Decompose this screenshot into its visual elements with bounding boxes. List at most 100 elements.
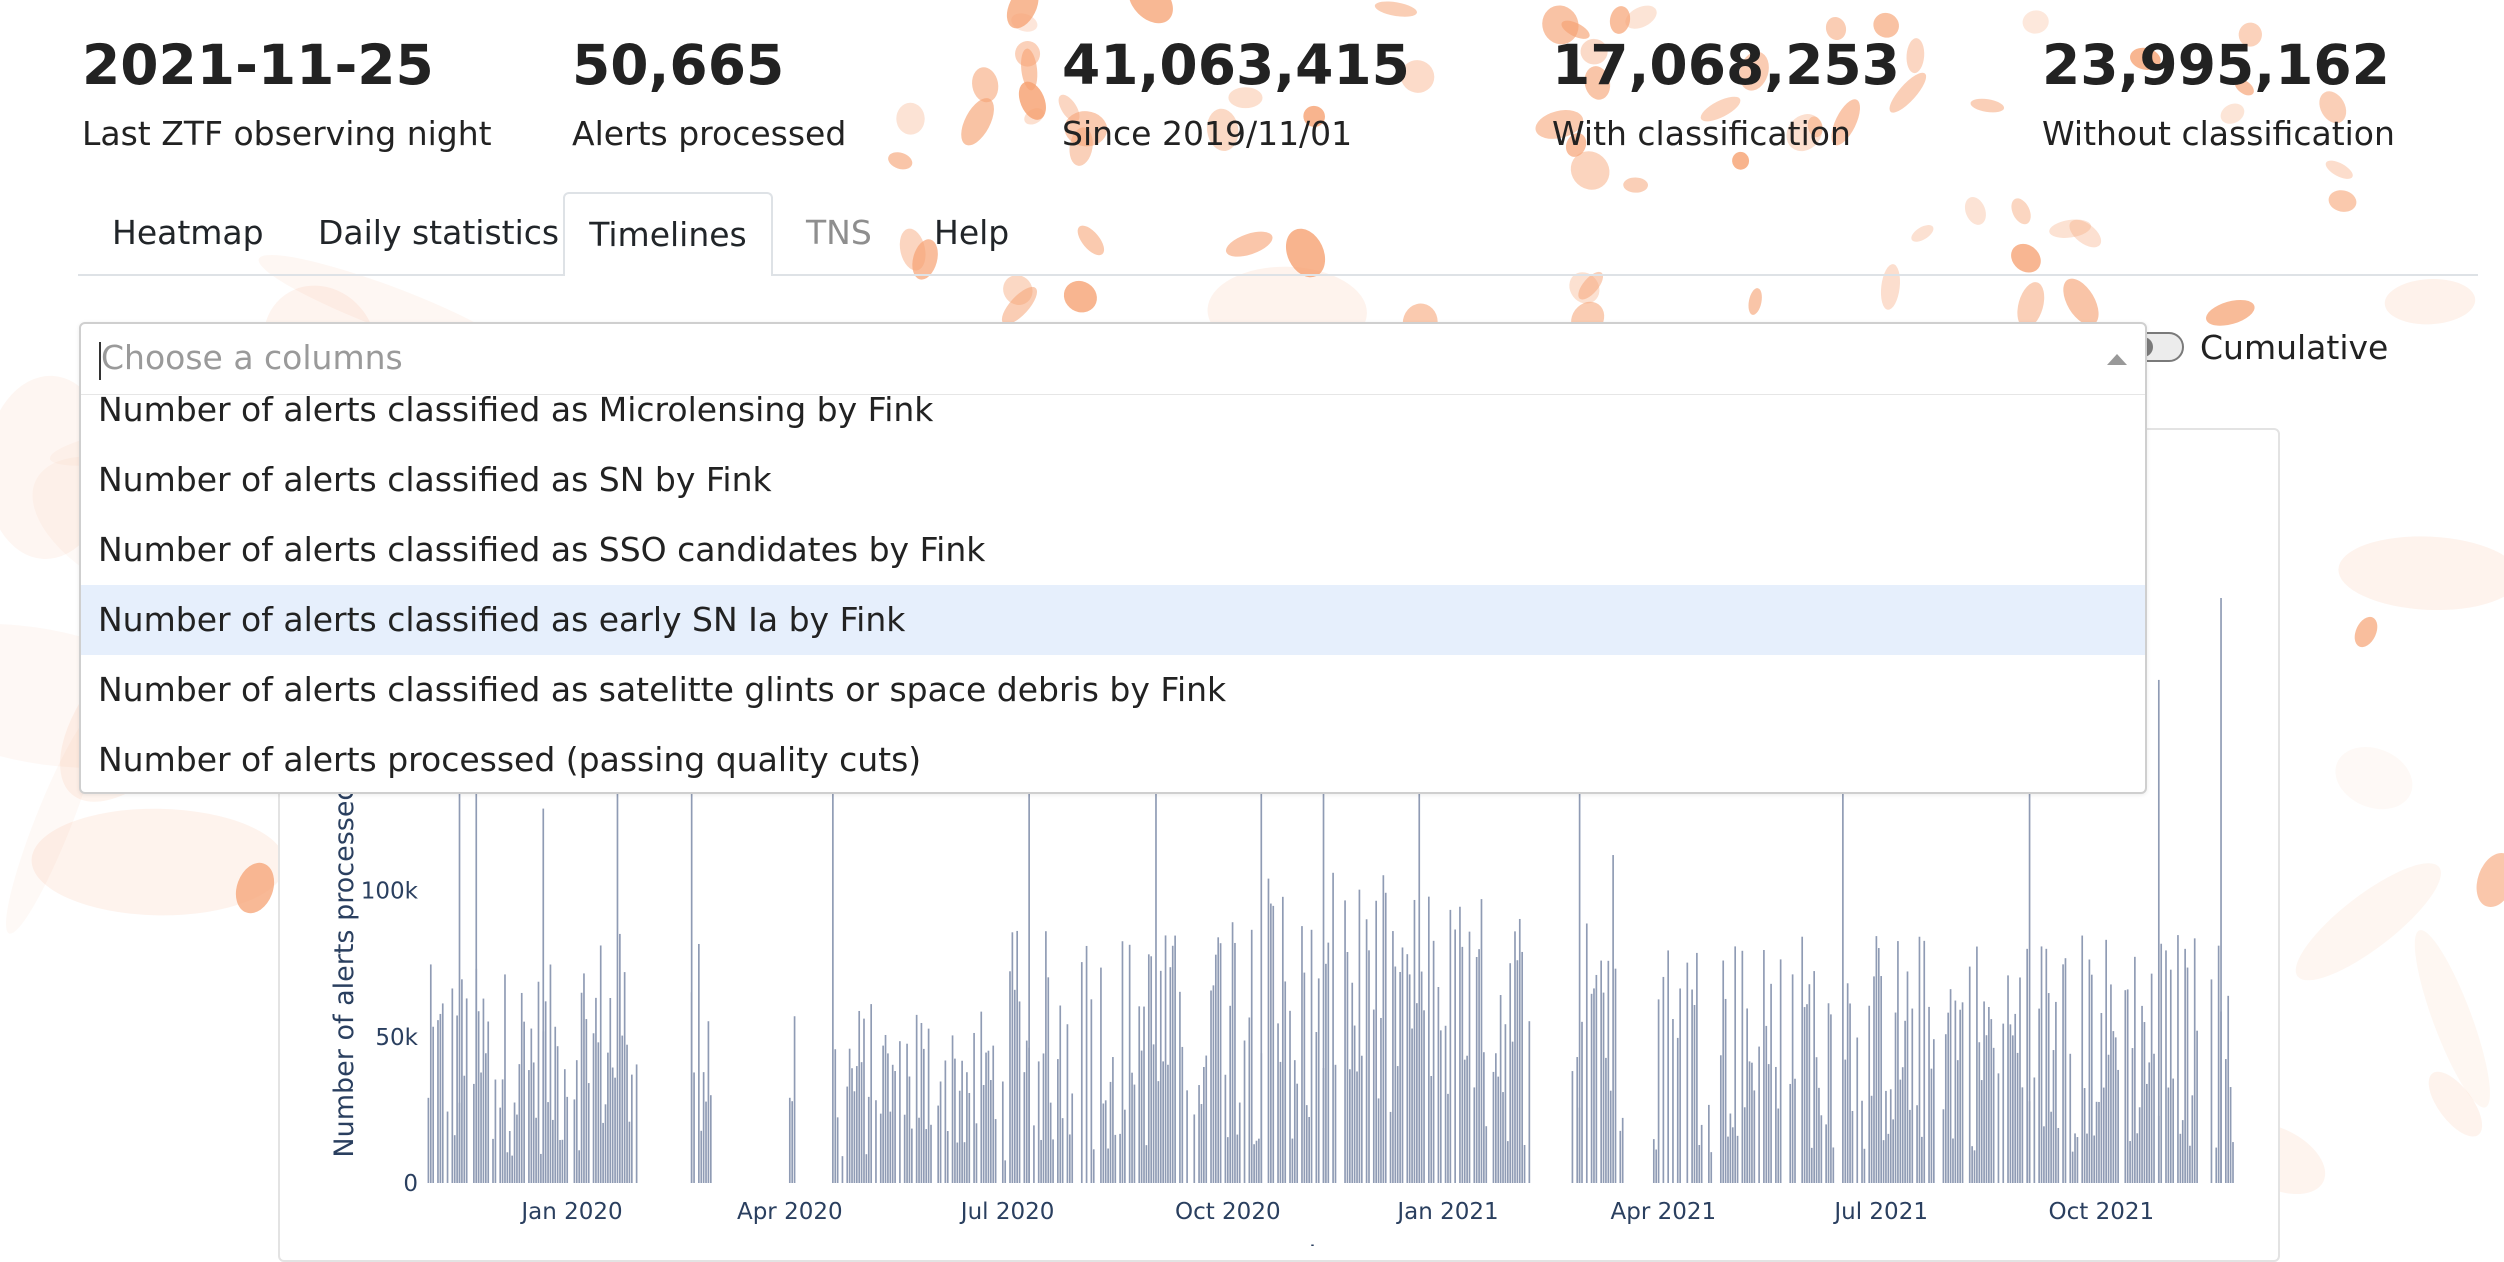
chart-bar[interactable]	[511, 1155, 513, 1183]
tab-daily-statistics[interactable]: Daily statistics	[318, 192, 559, 274]
chart-bar[interactable]	[1365, 919, 1368, 1183]
chart-bar[interactable]	[894, 1071, 896, 1183]
chart-bar[interactable]	[1810, 1147, 1813, 1183]
chart-bar[interactable]	[1214, 954, 1217, 1183]
chart-bar[interactable]	[1605, 1057, 1607, 1183]
chart-bar[interactable]	[1411, 1028, 1413, 1183]
chart-bar[interactable]	[1133, 1084, 1136, 1183]
chart-bar[interactable]	[1856, 1037, 1859, 1183]
chart-bar[interactable]	[1382, 875, 1385, 1183]
chart-bar[interactable]	[2136, 1133, 2139, 1183]
chart-bar[interactable]	[2148, 1062, 2151, 1183]
chart-bar[interactable]	[989, 1080, 992, 1183]
chart-bar[interactable]	[1121, 941, 1124, 1183]
chart-bar[interactable]	[2167, 1087, 2170, 1183]
chart-bar[interactable]	[528, 1070, 530, 1183]
chart-bar[interactable]	[1009, 971, 1011, 1183]
chart-bar[interactable]	[1358, 889, 1361, 1183]
chart-bar[interactable]	[1976, 946, 1978, 1183]
chart-bar[interactable]	[836, 1117, 839, 1183]
chart-bar[interactable]	[2100, 1012, 2103, 1183]
chart-bar[interactable]	[925, 1129, 928, 1183]
chart-bar[interactable]	[2229, 1087, 2232, 1183]
chart-bar[interactable]	[1384, 892, 1387, 1183]
chart-bar[interactable]	[1236, 1134, 1239, 1183]
chart-bar[interactable]	[1949, 989, 1952, 1183]
chart-bar[interactable]	[887, 1053, 889, 1183]
chart-bar[interactable]	[2088, 959, 2091, 1183]
chart-bar[interactable]	[556, 1046, 559, 1183]
chart-bar[interactable]	[2028, 773, 2031, 1184]
chart-bar[interactable]	[2210, 979, 2213, 1183]
chart-bar[interactable]	[2074, 1133, 2076, 1183]
chart-bar[interactable]	[1983, 1001, 1985, 1183]
chart-bar[interactable]	[561, 1139, 564, 1183]
chart-bar[interactable]	[1806, 1004, 1808, 1183]
chart-bar[interactable]	[1018, 1001, 1021, 1183]
chart-bar[interactable]	[2129, 1141, 2131, 1183]
chart-bar[interactable]	[879, 1113, 882, 1183]
chart-bar[interactable]	[1143, 1006, 1145, 1183]
chart-bar[interactable]	[1423, 1010, 1425, 1183]
chart-bar[interactable]	[1997, 1073, 2000, 1183]
chart-bar[interactable]	[1231, 922, 1234, 1183]
chart-bar[interactable]	[1427, 896, 1430, 1183]
chart-bar[interactable]	[585, 1019, 588, 1183]
chart-bar[interactable]	[1700, 1124, 1703, 1183]
chart-bar[interactable]	[1882, 1140, 1885, 1183]
chart-bar[interactable]	[1186, 1090, 1188, 1183]
chart-bar[interactable]	[2220, 598, 2222, 1183]
chart-bar[interactable]	[1731, 1127, 1734, 1183]
chart-bar[interactable]	[1906, 971, 1909, 1183]
chart-bar[interactable]	[1291, 1138, 1294, 1183]
chart-bar[interactable]	[1167, 1064, 1169, 1183]
chart-bar[interactable]	[1459, 906, 1461, 1183]
chart-bar[interactable]	[1985, 1035, 1988, 1183]
chart-bar[interactable]	[1296, 1083, 1299, 1183]
chart-bar[interactable]	[2055, 1001, 2057, 1183]
chart-bar[interactable]	[2011, 1035, 2014, 1183]
chart-bar[interactable]	[1968, 966, 1971, 1183]
chart-bar[interactable]	[1813, 971, 1815, 1183]
chart-bar[interactable]	[1842, 750, 1844, 1183]
chart-bar[interactable]	[1581, 1021, 1583, 1183]
chart-bar[interactable]	[456, 1015, 458, 1183]
chart-bar[interactable]	[2026, 948, 2029, 1183]
chart-bar[interactable]	[1138, 1006, 1141, 1183]
chart-bar[interactable]	[621, 1035, 624, 1183]
chart-bar[interactable]	[1408, 974, 1411, 1183]
chart-bar[interactable]	[1449, 909, 1452, 1183]
chart-bar[interactable]	[2043, 1126, 2045, 1183]
chart-bar[interactable]	[1416, 1003, 1418, 1183]
chart-bar[interactable]	[867, 1096, 870, 1183]
chart-bar[interactable]	[609, 997, 612, 1183]
chart-bar[interactable]	[1107, 1148, 1109, 1183]
chart-bar[interactable]	[1229, 1005, 1232, 1183]
chart-bar[interactable]	[1844, 1059, 1847, 1183]
chart-bar[interactable]	[951, 1035, 954, 1183]
chart-bar[interactable]	[614, 1077, 616, 1183]
chart-bar[interactable]	[1918, 936, 1921, 1183]
chart-bar[interactable]	[1327, 942, 1330, 1183]
chart-bar[interactable]	[1011, 932, 1014, 1183]
chart-bar[interactable]	[1124, 1109, 1126, 1183]
chart-bar[interactable]	[985, 1052, 987, 1183]
chart-bar[interactable]	[451, 988, 454, 1183]
chart-bar[interactable]	[853, 1091, 856, 1183]
chart-bar[interactable]	[1899, 1079, 1902, 1183]
chart-bar[interactable]	[499, 1107, 502, 1183]
chart-bar[interactable]	[1779, 959, 1782, 1183]
chart-bar[interactable]	[635, 1064, 638, 1183]
chart-bar[interactable]	[1475, 957, 1478, 1183]
chart-bar[interactable]	[547, 1102, 549, 1183]
chart-bar[interactable]	[1877, 948, 1880, 1183]
chart-bar[interactable]	[2160, 943, 2163, 1183]
chart-bar[interactable]	[915, 1014, 918, 1183]
chart-bar[interactable]	[1205, 1055, 1208, 1183]
chart-bar[interactable]	[903, 1114, 906, 1183]
chart-bar[interactable]	[1930, 1068, 1933, 1183]
chart-bar[interactable]	[619, 933, 621, 1183]
chart-bar[interactable]	[1399, 971, 1401, 1183]
chart-bar[interactable]	[1978, 1042, 1981, 1183]
chart-bar[interactable]	[2141, 1005, 2143, 1183]
